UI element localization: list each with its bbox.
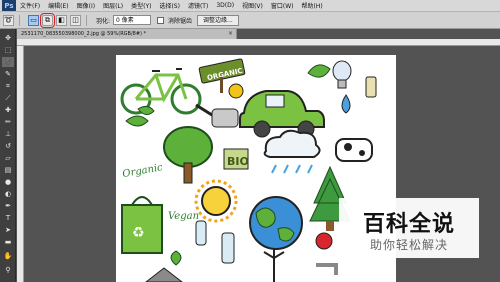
hand-icon[interactable]: ✋ [2,251,14,261]
type-icon[interactable]: T [2,213,14,223]
faucet-icon [316,263,338,275]
bio-sign: BIO [223,148,249,170]
quick-select-icon[interactable]: ✎ [2,69,14,79]
cow-icon [335,138,373,162]
menu-view[interactable]: 视图(V) [242,1,263,10]
close-icon[interactable]: × [228,29,233,39]
wind-turbine-icon [263,248,285,282]
add-to-selection-icon[interactable]: ⧉ [40,12,55,28]
tree-icon [163,126,213,184]
healing-icon[interactable]: ✚ [2,105,14,115]
menu-select[interactable]: 选择(S) [159,1,180,10]
blur-icon[interactable]: ● [2,177,14,187]
menu-type[interactable]: 类型(Y) [131,1,151,10]
subtract-from-selection-icon[interactable]: ◧ [56,14,67,26]
watermark-subtitle: 助你轻松解决 [369,238,448,252]
recycle-symbol: ♻ [132,225,145,241]
menu-window[interactable]: 窗口(W) [271,1,294,10]
options-bar: ➰ ▭ ⧉ ◧ ◫ 羽化: 0 像素 消除锯齿 调整边缘... [0,12,500,29]
leaf-cluster-icon [125,105,155,127]
sprout-icon [170,250,182,266]
intersect-selection-icon[interactable]: ◫ [70,14,81,26]
battery-icon [365,76,377,98]
separator [19,14,20,26]
rain-cloud-icon [263,129,321,174]
horizontal-ruler [17,39,500,46]
marquee-icon[interactable]: ⬚ [2,45,14,55]
bottle-icon [195,220,207,246]
water-drop-icon [341,94,351,114]
menu-bar: Ps 文件(F) 编辑(E) 图像(I) 图层(L) 类型(Y) 选择(S) 滤… [0,0,500,12]
refine-edge-button[interactable]: 调整边缘... [197,14,239,26]
menu-filter[interactable]: 滤镜(T) [188,1,208,10]
watering-can-icon [195,103,239,128]
globe-icon [249,196,303,250]
menu-help[interactable]: 帮助(H) [302,1,323,10]
light-bulb-icon [332,60,352,89]
pen-icon[interactable]: ✒ [2,201,14,211]
feather-input[interactable]: 0 像素 [113,15,152,25]
apple-icon [315,232,333,250]
move-icon[interactable]: ✥ [2,33,14,43]
lasso-tool-preset-icon[interactable]: ➰ [3,14,14,26]
vegan-script-text: Vegan [168,211,199,222]
menu-edit[interactable]: 编辑(E) [48,1,68,10]
bicycle-icon [120,68,202,115]
vertical-ruler [17,46,24,282]
bio-sign-text: BIO [227,155,249,168]
watermark-title: 百科全说 [362,212,455,237]
menu-layer[interactable]: 图层(L) [103,1,123,10]
photoshop-window: Ps 文件(F) 编辑(E) 图像(I) 图层(L) 类型(Y) 选择(S) 滤… [0,0,500,282]
stamp-icon[interactable]: ⊥ [2,129,14,139]
ps-logo: Ps [2,0,16,11]
zoom-icon[interactable]: ⚲ [2,265,14,275]
gradient-icon[interactable]: ▤ [2,165,14,175]
feather-label: 羽化: [96,17,111,25]
menu-image[interactable]: 图像(I) [77,1,95,10]
tools-panel: ✥ ⬚ ➰ ✎ ⌗ ⟋ ✚ ✏ ⊥ ↺ ▱ ▤ ● ◐ ✒ T ➤ ▬ ✋ ⚲ [0,29,16,282]
menu-3d[interactable]: 3D(D) [216,2,234,9]
document-title: 2531170_083550398000_2.jpg @ 59%(RGB/8#)… [21,31,147,37]
car-icon [239,90,325,138]
bottle-icon [221,232,235,264]
organic-script-text: Organic [122,162,164,180]
document-tab[interactable]: 2531170_083550398000_2.jpg @ 59%(RGB/8#)… [17,29,237,39]
lasso-icon[interactable]: ➰ [2,57,14,67]
antialias-checkbox[interactable] [157,16,165,24]
sun-icon [194,179,238,223]
antialias-label: 消除锯齿 [168,17,193,25]
shape-icon[interactable]: ▬ [2,237,14,247]
separator [86,14,87,26]
peace-icon [228,83,244,99]
house-icon [145,267,183,282]
eyedropper-icon[interactable]: ⟋ [2,93,14,103]
menu-file[interactable]: 文件(F) [20,1,40,10]
new-selection-icon[interactable]: ▭ [28,14,39,26]
shopping-bag-icon: ♻ [121,196,163,254]
crop-icon[interactable]: ⌗ [2,81,14,91]
dodge-icon[interactable]: ◐ [2,189,14,199]
path-select-icon[interactable]: ➤ [2,225,14,235]
brush-icon[interactable]: ✏ [2,117,14,127]
watermark-badge: 百科全说 助你轻松解决 [339,198,479,258]
eraser-icon[interactable]: ▱ [2,153,14,163]
leaf-icon [307,64,331,78]
history-brush-icon[interactable]: ↺ [2,141,14,151]
